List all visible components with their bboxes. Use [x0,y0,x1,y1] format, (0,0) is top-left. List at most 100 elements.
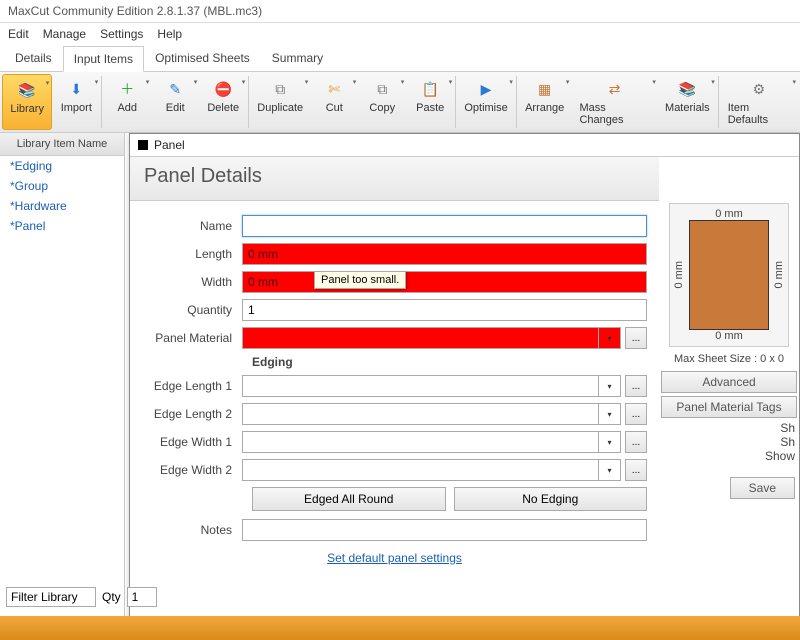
label-quantity: Quantity [142,303,242,317]
library-item-panel[interactable]: *Panel [0,216,124,236]
dim-bottom: 0 mm [715,330,743,342]
advanced-button[interactable]: Advanced [661,371,797,393]
qty-label: Qty [102,590,121,604]
dim-right: 0 mm [773,261,785,289]
quantity-input[interactable] [242,299,647,321]
optimise-icon: ▶ [475,78,497,100]
material-tags-button[interactable]: Panel Material Tags [661,396,797,418]
edge-length2-combo[interactable]: ▾ [242,403,621,425]
no-edging-button[interactable]: No Edging [454,487,648,511]
length-input[interactable] [242,243,647,265]
library-item-hardware[interactable]: *Hardware [0,196,124,216]
tool-arrange[interactable]: ▦ Arrange [518,74,572,130]
material-combo[interactable]: ▾ [242,327,621,349]
menu-settings[interactable]: Settings [100,27,143,41]
ew2-browse-button[interactable]: ... [625,459,647,481]
el1-browse-button[interactable]: ... [625,375,647,397]
tool-materials[interactable]: 📚Materials [658,74,717,130]
tool-label: Add [117,102,137,114]
label-el2: Edge Length 2 [142,407,242,421]
tool-edit[interactable]: ✎ Edit [151,74,199,130]
chevron-down-icon[interactable]: ▾ [598,460,620,480]
show-truncated-3: Show [659,449,799,463]
max-sheet-size: Max Sheet Size : 0 x 0 [659,353,799,365]
chevron-down-icon[interactable]: ▾ [598,432,620,452]
edit-icon: ✎ [164,78,186,100]
import-icon: ⬇ [65,78,87,100]
tab-optimised-sheets[interactable]: Optimised Sheets [144,45,261,71]
tool-optimise[interactable]: ▶Optimise [457,74,515,130]
chevron-down-icon[interactable]: ▾ [598,328,620,348]
panel-form: Panel Details Name Length Width Panel to… [130,157,659,632]
library-item-edging[interactable]: *Edging [0,156,124,176]
tool-label: Paste [416,102,444,114]
panel-body: Panel Details Name Length Width Panel to… [130,157,799,632]
tool-label: Edit [166,102,185,114]
edge-width2-combo[interactable]: ▾ [242,459,621,481]
tool-paste[interactable]: 📋Paste [406,74,454,130]
name-input[interactable] [242,215,647,237]
tool-copy[interactable]: ⧉Copy [358,74,406,130]
tool-delete[interactable]: ⛔Delete [199,74,247,130]
menu-manage[interactable]: Manage [43,27,86,41]
label-material: Panel Material [142,331,242,345]
dim-left: 0 mm [673,261,685,289]
show-truncated-1: Sh [659,421,799,435]
tool-label: Copy [369,102,395,114]
library-item-group[interactable]: *Group [0,176,124,196]
qty-input[interactable] [127,587,157,607]
tool-cut[interactable]: ✄Cut [310,74,358,130]
label-notes: Notes [142,523,242,537]
tab-input-items[interactable]: Input Items [63,46,144,72]
arrange-icon: ▦ [534,78,556,100]
preview-box: 0 mm 0 mm 0 mm 0 mm [669,203,789,347]
window-title: MaxCut Community Edition 2.8.1.37 (MBL.m… [0,0,800,23]
menu-bar: Edit Manage Settings Help [0,23,800,45]
width-input[interactable] [242,271,647,293]
status-bar [0,616,800,640]
material-browse-button[interactable]: ... [625,327,647,349]
tool-label: Cut [326,102,343,114]
tool-add[interactable]: ＋Add [103,74,151,130]
el2-browse-button[interactable]: ... [625,403,647,425]
tool-mass-changes[interactable]: ⇄Mass Changes [571,74,657,130]
label-ew2: Edge Width 2 [142,463,242,477]
library-header: Library Item Name [0,133,124,156]
mass-changes-icon: ⇄ [604,78,626,100]
label-width: Width [142,275,242,289]
tool-duplicate[interactable]: ⧉ Duplicate [250,74,310,130]
panel-window-title: Panel [130,134,799,157]
tool-library[interactable]: 📚Library [2,74,52,130]
defaults-link[interactable]: Set default panel settings [327,551,462,565]
tool-label: Materials [665,102,710,114]
duplicate-icon: ⧉ [269,78,291,100]
page-tabs: Details Input Items Optimised Sheets Sum… [0,45,800,72]
chevron-down-icon[interactable]: ▾ [598,404,620,424]
label-length: Length [142,247,242,261]
menu-edit[interactable]: Edit [8,27,29,41]
edged-all-round-button[interactable]: Edged All Round [252,487,446,511]
tool-import[interactable]: ⬇Import [52,74,100,130]
tool-label: Mass Changes [579,102,649,126]
preview-sheet-icon [689,220,769,330]
filter-library-input[interactable] [6,587,96,607]
tool-item-defaults[interactable]: ⚙Item Defaults [720,74,798,130]
item-defaults-icon: ⚙ [748,78,770,100]
tool-label: Arrange [525,102,564,114]
edge-width1-combo[interactable]: ▾ [242,431,621,453]
label-ew1: Edge Width 1 [142,435,242,449]
panel-icon [138,140,148,150]
tab-summary[interactable]: Summary [261,45,334,71]
save-button[interactable]: Save [730,477,795,499]
tool-label: Duplicate [257,102,303,114]
dim-top: 0 mm [715,208,743,220]
footer-bar: Qty [0,584,800,610]
toolbar: 📚Library⬇Import＋Add ✎ Edit ⛔Delete ⧉ Duplicat… [0,72,800,133]
edge-length1-combo[interactable]: ▾ [242,375,621,397]
menu-help[interactable]: Help [157,27,182,41]
tool-label: Library [10,103,44,115]
chevron-down-icon[interactable]: ▾ [598,376,620,396]
notes-input[interactable] [242,519,647,541]
ew1-browse-button[interactable]: ... [625,431,647,453]
tab-details[interactable]: Details [4,45,63,71]
